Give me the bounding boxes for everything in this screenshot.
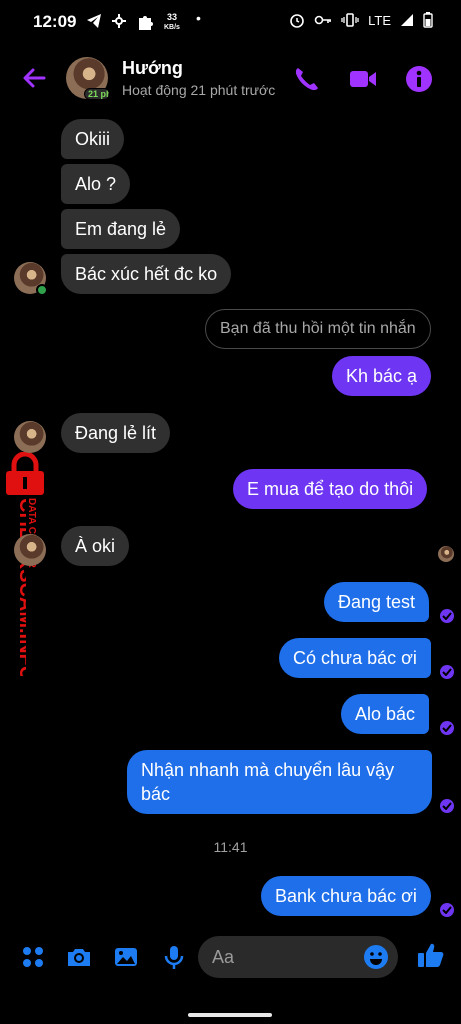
- message-outgoing[interactable]: E mua để tạo do thôi: [233, 469, 428, 509]
- video-call-icon[interactable]: [348, 64, 378, 94]
- home-indicator[interactable]: [188, 1013, 272, 1017]
- signal-icon: [401, 14, 413, 26]
- message-incoming[interactable]: À oki: [61, 526, 130, 566]
- net-speed: 33 KB/s: [164, 13, 180, 32]
- message-input[interactable]: Aa: [198, 936, 398, 978]
- delivered-check-icon: [440, 799, 454, 813]
- pinwheel-icon: [111, 13, 127, 33]
- read-receipt-avatar: [438, 546, 454, 562]
- online-indicator: [36, 284, 48, 296]
- camera-icon[interactable]: [66, 944, 92, 970]
- delivered-check-icon: [440, 903, 454, 917]
- like-thumb-icon[interactable]: [416, 941, 444, 969]
- more-apps-icon[interactable]: [20, 944, 46, 970]
- message-outgoing[interactable]: Đang test: [324, 582, 430, 622]
- chat-header: 21 phút Hướng Hoạt động 21 phút trước: [0, 50, 461, 110]
- back-arrow-icon[interactable]: [20, 64, 48, 92]
- delivered-check-icon: [440, 609, 454, 623]
- telegram-icon: [86, 13, 102, 33]
- net-speed-unit: KB/s: [164, 24, 180, 31]
- message-incoming[interactable]: Alo ?: [61, 164, 131, 204]
- sender-avatar[interactable]: [14, 421, 46, 453]
- unsent-message-notice: Bạn đã thu hồi một tin nhắn: [205, 309, 431, 349]
- watermark-lock-icon: [6, 452, 44, 495]
- puzzle-icon: [137, 13, 155, 35]
- microphone-icon[interactable]: [161, 944, 187, 970]
- message-incoming[interactable]: Bác xúc hết đc ko: [61, 254, 232, 294]
- message-line: bác: [141, 784, 171, 804]
- message-outgoing-multiline[interactable]: Nhận nhanh mà chuyển lâu vậy bác: [127, 750, 432, 814]
- gallery-icon[interactable]: [113, 944, 139, 970]
- dot-icon: •: [196, 10, 201, 26]
- vibrate-icon: [341, 13, 359, 27]
- info-icon[interactable]: [404, 64, 434, 94]
- battery-icon: [423, 12, 433, 28]
- message-outgoing[interactable]: Kh bác ạ: [332, 356, 432, 396]
- message-outgoing[interactable]: Có chưa bác ơi: [279, 638, 431, 678]
- net-speed-value: 33: [166, 12, 177, 22]
- delivered-check-icon: [440, 665, 454, 679]
- message-composer: Aa: [0, 930, 461, 986]
- key-icon: [314, 15, 332, 25]
- watermark-brand-text: CHECKSCAM.INFO: [15, 498, 26, 676]
- phone-icon[interactable]: [292, 64, 322, 94]
- message-incoming[interactable]: Em đang lẻ: [61, 209, 181, 249]
- message-line: Nhận nhanh mà chuyển lâu vậy: [141, 760, 395, 780]
- emoji-icon[interactable]: [363, 944, 389, 970]
- status-right: LTE: [289, 12, 433, 28]
- sender-avatar[interactable]: [14, 534, 46, 566]
- message-timestamp: 11:41: [213, 839, 248, 855]
- message-incoming[interactable]: Okiii: [61, 119, 124, 159]
- network-type: LTE: [368, 12, 391, 28]
- message-incoming[interactable]: Đang lẻ lít: [61, 413, 171, 453]
- watermark-brand: CHECKSCAM.INFO: [15, 498, 26, 676]
- alarm-icon: [290, 14, 304, 28]
- status-bar: 12:09 33 KB/s • LTE: [0, 0, 461, 44]
- status-time: 12:09: [33, 12, 77, 31]
- message-outgoing[interactable]: Alo bác: [341, 694, 430, 734]
- message-outgoing[interactable]: Bank chưa bác ơi: [261, 876, 431, 916]
- contact-name[interactable]: Hướng: [122, 58, 183, 79]
- contact-status: Hoạt động 21 phút trước: [122, 82, 276, 98]
- active-time-badge: 21 phút: [84, 88, 110, 100]
- message-input-placeholder: Aa: [212, 947, 235, 967]
- delivered-check-icon: [440, 721, 454, 735]
